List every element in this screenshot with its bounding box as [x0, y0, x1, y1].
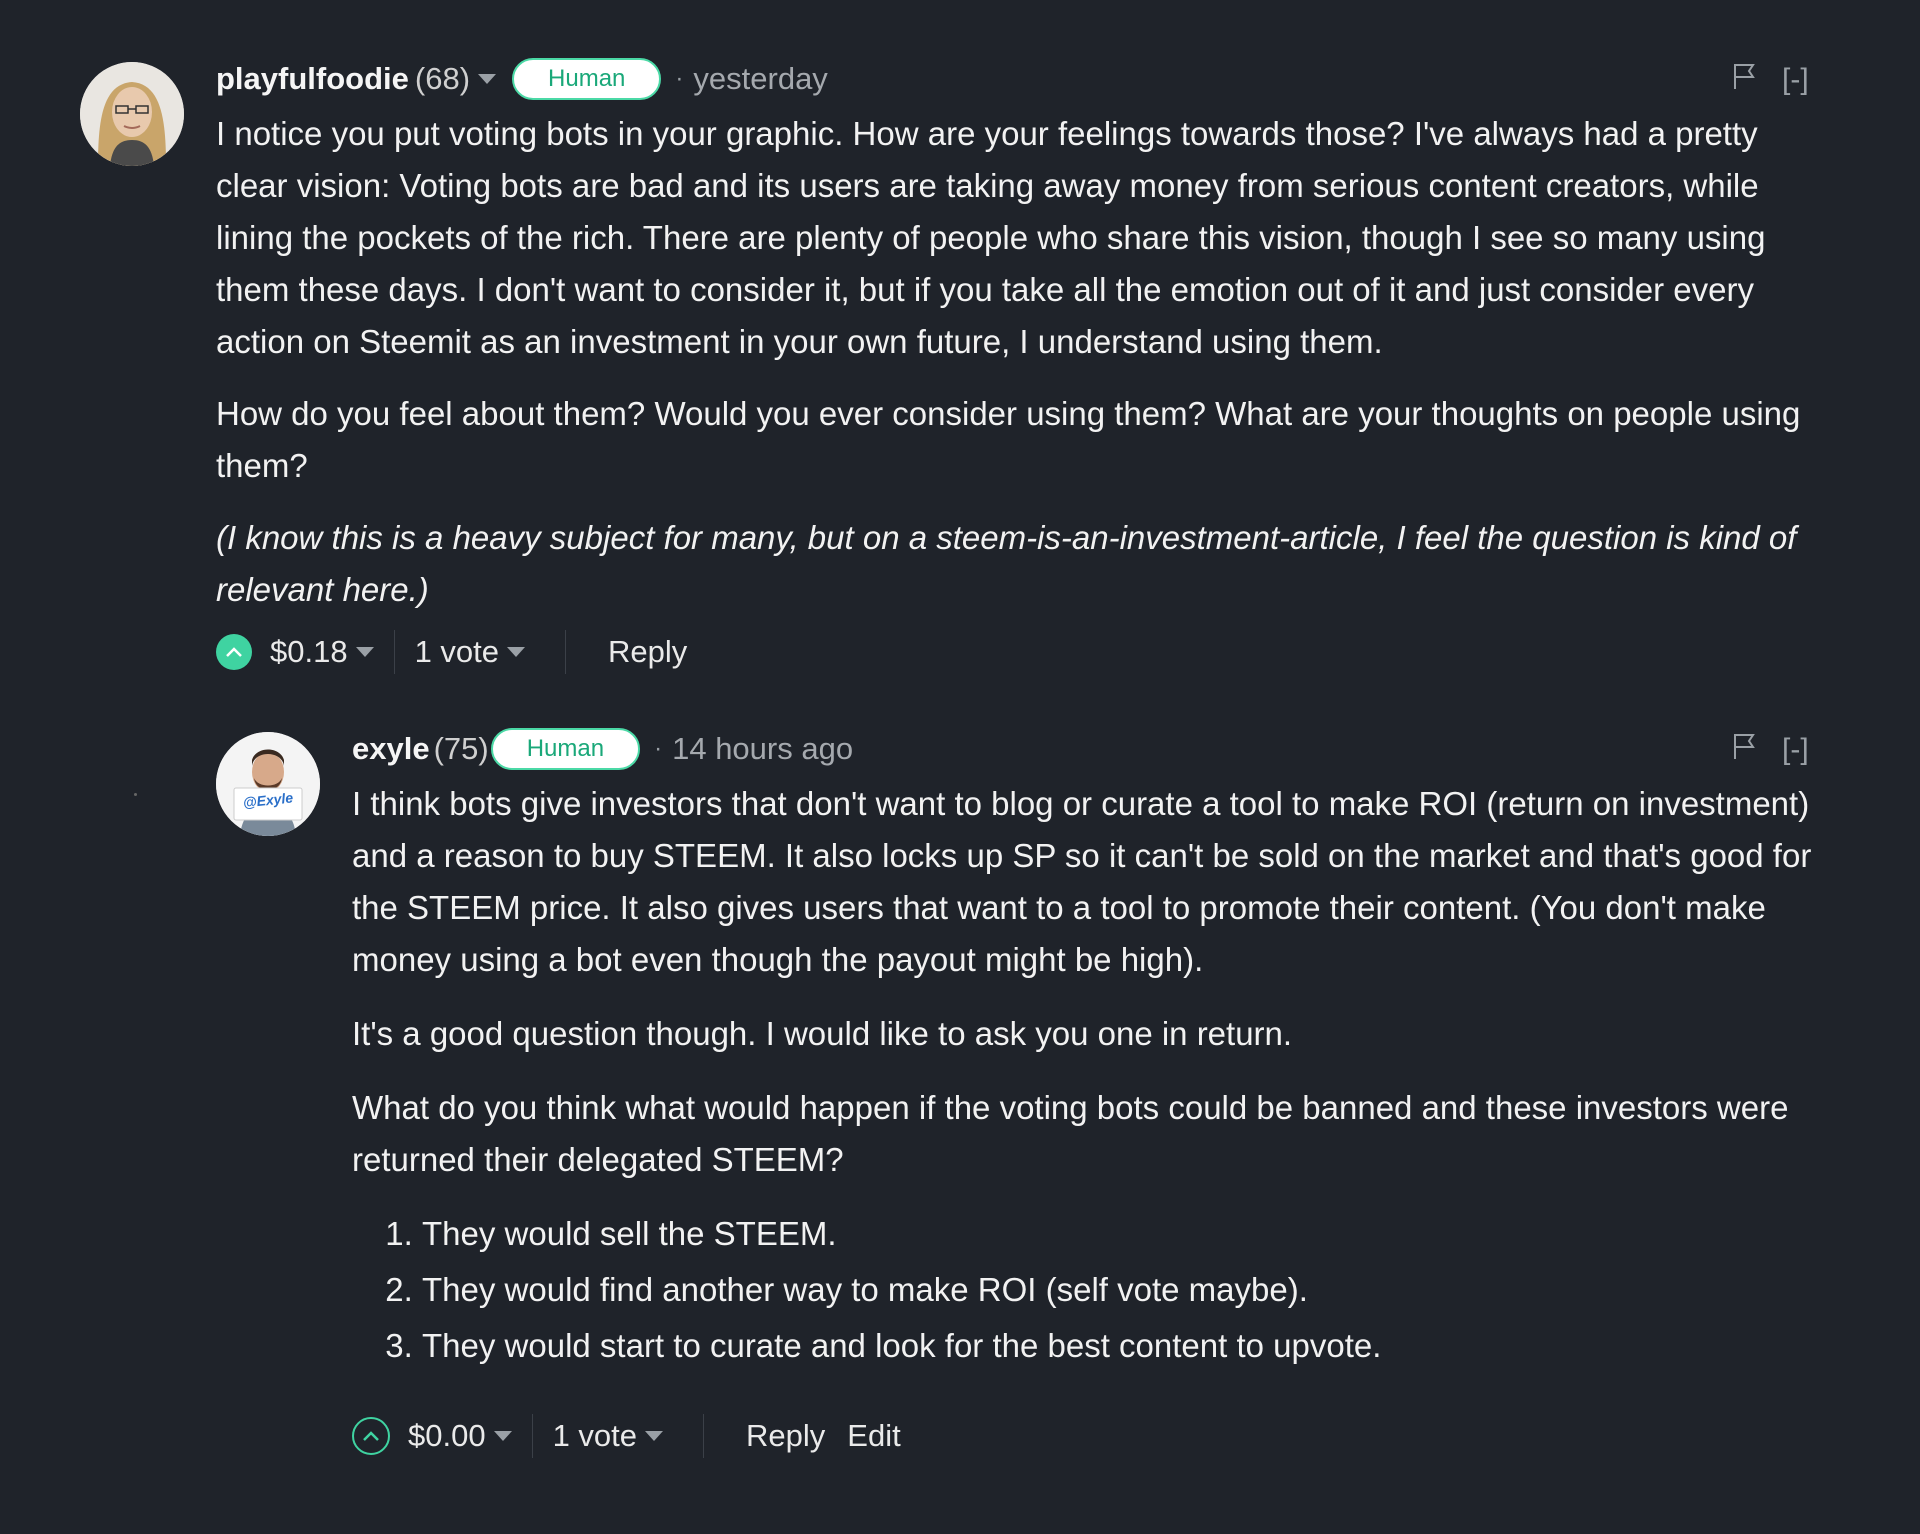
comment-footer: $0.00 1 vote Reply Edit — [352, 1414, 901, 1458]
vote-count[interactable]: 1 vote — [415, 634, 499, 670]
chevron-up-icon — [226, 647, 242, 657]
comment-paragraph: I notice you put voting bots in your gra… — [216, 115, 1766, 360]
reply-button[interactable]: Reply — [746, 1418, 825, 1454]
payout-value[interactable]: $0.18 — [270, 634, 348, 670]
comment-actions-top: [-] — [1732, 732, 1809, 768]
timestamp[interactable]: yesterday — [693, 61, 827, 97]
comment-paragraph: I think bots give investors that don't w… — [352, 785, 1812, 978]
author-name[interactable]: playfulfoodie — [216, 61, 409, 97]
reply-button[interactable]: Reply — [608, 634, 687, 670]
divider — [703, 1414, 705, 1458]
comment-header: playfulfoodie (68) Human · yesterday — [216, 58, 828, 100]
divider — [565, 630, 567, 674]
comment-paragraph-italic: (I know this is a heavy subject for many… — [216, 519, 1797, 608]
chevron-down-icon[interactable] — [355, 647, 374, 657]
chevron-down-icon[interactable] — [507, 647, 526, 657]
edit-button[interactable]: Edit — [847, 1418, 900, 1454]
list-item: They would sell the STEEM. — [422, 1206, 1842, 1262]
answer-list: They would sell the STEEM. They would fi… — [352, 1206, 1842, 1374]
collapse-toggle[interactable]: [-] — [1782, 63, 1809, 97]
comment-actions-top: [-] — [1732, 62, 1809, 98]
separator-dot: · — [654, 735, 663, 762]
human-badge: Human — [512, 58, 662, 100]
avatar[interactable] — [80, 62, 184, 166]
list-item: They would start to curate and look for … — [422, 1318, 1842, 1374]
thread-dot — [134, 793, 137, 796]
comment-paragraph: What do you think what would happen if t… — [352, 1089, 1789, 1178]
upvote-button[interactable] — [216, 634, 252, 670]
divider — [531, 1414, 533, 1458]
author-reputation: (75) — [433, 731, 489, 766]
comment-paragraph: How do you feel about them? Would you ev… — [216, 395, 1801, 484]
comment-paragraph: It's a good question though. I would lik… — [352, 1015, 1293, 1052]
chevron-down-icon[interactable] — [478, 74, 497, 84]
payout-value[interactable]: $0.00 — [408, 1418, 486, 1454]
comment-body: I notice you put voting bots in your gra… — [216, 108, 1836, 636]
avatar-image — [80, 62, 184, 166]
author-name[interactable]: exyle — [352, 731, 430, 767]
separator-dot: · — [675, 65, 684, 92]
collapse-toggle[interactable]: [-] — [1782, 733, 1809, 767]
upvote-button[interactable] — [352, 1417, 390, 1455]
flag-icon[interactable] — [1732, 62, 1756, 98]
list-item: They would find another way to make ROI … — [422, 1262, 1842, 1318]
flag-icon[interactable] — [1732, 732, 1756, 768]
divider — [393, 630, 395, 674]
chevron-down-icon[interactable] — [493, 1431, 512, 1441]
comment-body: I think bots give investors that don't w… — [352, 778, 1842, 1374]
chevron-up-icon — [363, 1431, 379, 1441]
human-badge: Human — [490, 728, 641, 770]
comment-footer: $0.18 1 vote Reply — [216, 630, 687, 674]
avatar[interactable]: @Exyle — [216, 732, 320, 836]
comment-header: exyle (75) Human · 14 hours ago — [352, 728, 853, 770]
chevron-down-icon[interactable] — [645, 1431, 664, 1441]
timestamp[interactable]: 14 hours ago — [672, 731, 853, 767]
avatar-image — [216, 732, 320, 836]
vote-count[interactable]: 1 vote — [553, 1418, 637, 1454]
author-reputation: (68) — [414, 61, 471, 96]
